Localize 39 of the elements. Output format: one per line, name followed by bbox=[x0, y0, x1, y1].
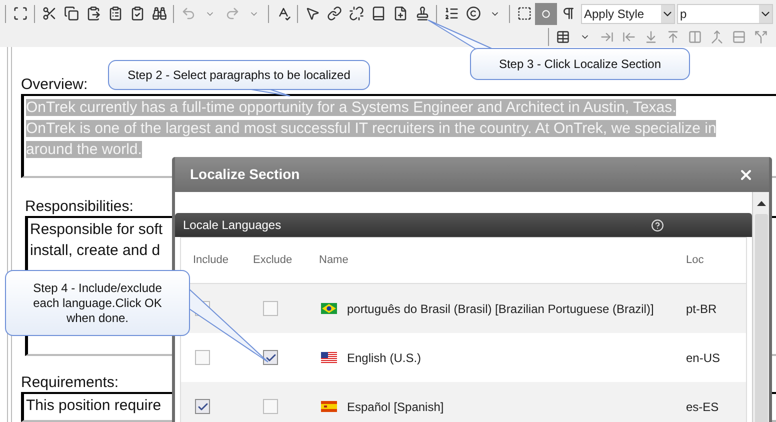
field-label: Responsibilities: bbox=[25, 198, 134, 216]
table-row[interactable]: Español [Spanish] es-ES bbox=[181, 382, 746, 422]
language-name: English (U.S.) bbox=[347, 350, 422, 366]
dialog-title: Localize Section bbox=[190, 165, 300, 184]
field-label: Requirements: bbox=[21, 374, 119, 392]
paragraph-line: install, create and d bbox=[30, 242, 160, 259]
format-dropdown[interactable]: p bbox=[677, 4, 773, 24]
checkbox[interactable] bbox=[195, 399, 210, 414]
paragraph-line: Responsible for soft bbox=[30, 221, 163, 238]
paragraph-line: This position require bbox=[26, 397, 162, 414]
field-label: Overview: bbox=[21, 76, 88, 94]
locale-code: es-ES bbox=[686, 398, 719, 416]
language-name: português do Brasil (Brasil) [Brazilian Portuguese (Brazil)] bbox=[347, 300, 654, 318]
checkbox[interactable] bbox=[263, 350, 278, 365]
checkbox[interactable] bbox=[263, 399, 278, 414]
step-tooltip: Step 4 - Include/exclude each language.Click OK when done. bbox=[5, 270, 190, 336]
step-tooltip: Step 2 - Select paragraphs to be localized bbox=[108, 60, 370, 90]
column-header: Include bbox=[193, 253, 228, 268]
column-header: Name bbox=[319, 253, 348, 268]
checkbox[interactable] bbox=[195, 350, 210, 365]
caret-icon bbox=[661, 4, 674, 22]
toggle-button[interactable] bbox=[535, 2, 557, 24]
caret-icon bbox=[759, 4, 772, 22]
flag-icon bbox=[321, 352, 337, 363]
circle-icon bbox=[542, 10, 550, 18]
language-name: Español [Spanish] bbox=[347, 398, 444, 416]
locale-code: en-US bbox=[686, 350, 720, 366]
step-tooltip: Step 3 - Click Localize Section bbox=[470, 48, 690, 80]
checkbox[interactable] bbox=[263, 301, 278, 316]
flag-icon bbox=[321, 401, 337, 412]
column-header: Loc bbox=[686, 253, 704, 268]
locale-code: pt-BR bbox=[686, 300, 717, 318]
help-icon[interactable] bbox=[651, 218, 664, 232]
style-dropdown[interactable]: Apply Style bbox=[581, 4, 675, 24]
panel-title: Locale Languages bbox=[183, 217, 282, 234]
scrollbar[interactable] bbox=[752, 192, 769, 422]
flag-icon bbox=[321, 303, 337, 314]
column-header: Exclude bbox=[253, 253, 292, 268]
scroll-up-icon[interactable] bbox=[756, 201, 766, 206]
